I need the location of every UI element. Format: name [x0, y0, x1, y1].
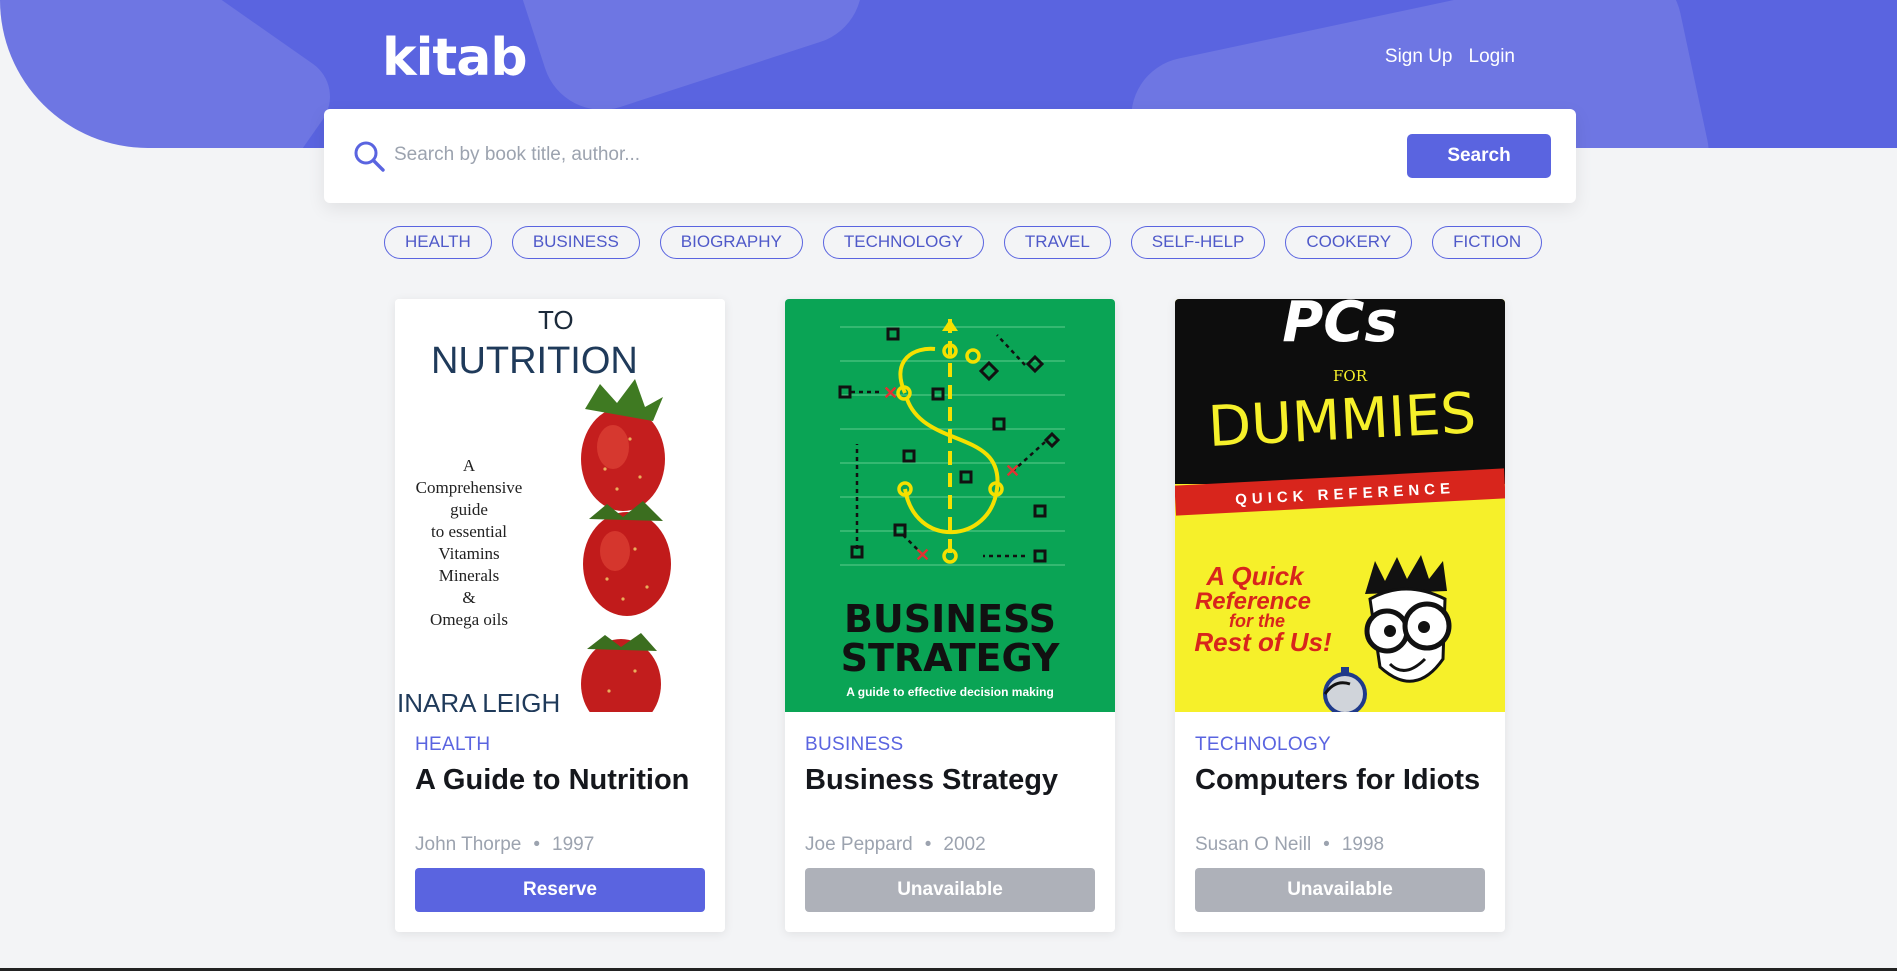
book-title[interactable]: Computers for Idiots	[1195, 764, 1485, 797]
cover-tagline: Rest of Us!	[1194, 627, 1332, 657]
meta-separator: •	[924, 834, 932, 855]
book-card[interactable]: PCs FOR DUMMIES QUICK REFERENCE A Quick …	[1175, 299, 1505, 932]
svg-text:✕: ✕	[915, 545, 930, 565]
cover-subtitle: A guide to effective decision making	[846, 685, 1054, 699]
cover-title-line1: BUSINESS	[844, 597, 1056, 641]
book-year: 1998	[1341, 834, 1385, 855]
book-author: Joe Peppard	[805, 834, 913, 855]
category-pill-technology[interactable]: TECHNOLOGY	[822, 226, 984, 259]
category-pill-cookery[interactable]: COOKERY	[1285, 226, 1413, 259]
svg-text:✕: ✕	[883, 383, 898, 403]
search-bar: Search	[324, 109, 1576, 203]
decor-shape	[492, 0, 878, 126]
category-pill-biography[interactable]: BIOGRAPHY	[659, 226, 803, 259]
book-category: TECHNOLOGY	[1195, 734, 1332, 755]
signup-link[interactable]: Sign Up	[1385, 46, 1453, 68]
reserve-button[interactable]: Reserve	[415, 868, 705, 912]
book-cover-business-strategy[interactable]: ✕ ✕ ✕ BUSINESS STRATEGY A guide to effecti…	[785, 299, 1115, 712]
cover-blurb-line: Minerals	[439, 566, 499, 585]
category-pill-self-help[interactable]: SELF-HELP	[1130, 226, 1266, 259]
book-author: John Thorpe	[415, 834, 522, 855]
book-category: BUSINESS	[805, 734, 904, 755]
book-card[interactable]: ✕ ✕ ✕ BUSINESS STRATEGY A guide to effecti…	[785, 299, 1115, 932]
cover-blurb-line: guide	[450, 500, 488, 519]
book-year: 1997	[552, 834, 595, 855]
unavailable-button[interactable]: Unavailable	[1195, 868, 1485, 912]
cover-title-text: NUTRITION	[431, 340, 638, 382]
book-title[interactable]: Business Strategy	[805, 764, 1095, 797]
book-cover-pcs-for-dummies[interactable]: PCs FOR DUMMIES QUICK REFERENCE A Quick …	[1175, 299, 1505, 712]
decor-shape	[0, 0, 346, 148]
book-meta: John Thorpe • 1997	[415, 834, 594, 856]
book-cover-nutrition[interactable]: TO NUTRITION A Comprehensive guide to es…	[395, 299, 725, 712]
cover-blurb-line: Vitamins	[438, 544, 499, 563]
cover-blurb-line: to essential	[431, 522, 507, 541]
top-nav: Sign Up Login	[1385, 46, 1515, 68]
cover-top-text: TO	[538, 305, 574, 335]
cover-blurb-line: A	[463, 456, 476, 475]
cover-title-line2: STRATEGY	[841, 636, 1060, 680]
search-input[interactable]	[394, 135, 1094, 175]
cover-pcs-text: PCs	[1282, 299, 1397, 355]
cover-art: PCs FOR DUMMIES QUICK REFERENCE A Quick …	[1175, 299, 1505, 712]
book-title[interactable]: A Guide to Nutrition	[415, 764, 705, 797]
category-pill-business[interactable]: BUSINESS	[511, 226, 640, 259]
cover-art: TO NUTRITION A Comprehensive guide to es…	[395, 299, 725, 712]
meta-separator: •	[1323, 834, 1330, 855]
cover-for-text: FOR	[1333, 367, 1368, 385]
login-link[interactable]: Login	[1469, 46, 1516, 68]
cover-blurb-line: &	[462, 588, 475, 607]
book-category: HEALTH	[415, 734, 491, 755]
unavailable-button[interactable]: Unavailable	[805, 868, 1095, 912]
logo[interactable]: kitab	[382, 28, 528, 88]
book-year: 2002	[943, 834, 986, 855]
cover-art: ✕ ✕ ✕ BUSINESS STRATEGY A guide to effecti…	[785, 299, 1115, 712]
cover-blurb-line: Omega oils	[430, 610, 508, 629]
cover-author-text: INARA LEIGH	[397, 688, 560, 712]
book-meta: Joe Peppard • 2002	[805, 834, 986, 856]
book-meta: Susan O Neill • 1998	[1195, 834, 1384, 856]
category-pill-fiction[interactable]: FICTION	[1432, 226, 1543, 259]
cover-blurb-line: Comprehensive	[416, 478, 523, 497]
book-author: Susan O Neill	[1195, 834, 1312, 855]
book-grid: TO NUTRITION A Comprehensive guide to es…	[395, 299, 1505, 932]
category-filters: HEALTH BUSINESS BIOGRAPHY TECHNOLOGY TRA…	[384, 226, 1543, 259]
category-pill-health[interactable]: HEALTH	[384, 226, 492, 259]
page: kitab Sign Up Login Search HEALTH BUSINE…	[0, 0, 1897, 971]
cover-tagline: A Quick	[1205, 561, 1305, 591]
search-button[interactable]: Search	[1407, 134, 1551, 178]
svg-text:✕: ✕	[1005, 461, 1020, 481]
category-pill-travel[interactable]: TRAVEL	[1003, 226, 1111, 259]
meta-separator: •	[533, 834, 540, 855]
search-icon	[354, 141, 385, 172]
book-card[interactable]: TO NUTRITION A Comprehensive guide to es…	[395, 299, 725, 932]
